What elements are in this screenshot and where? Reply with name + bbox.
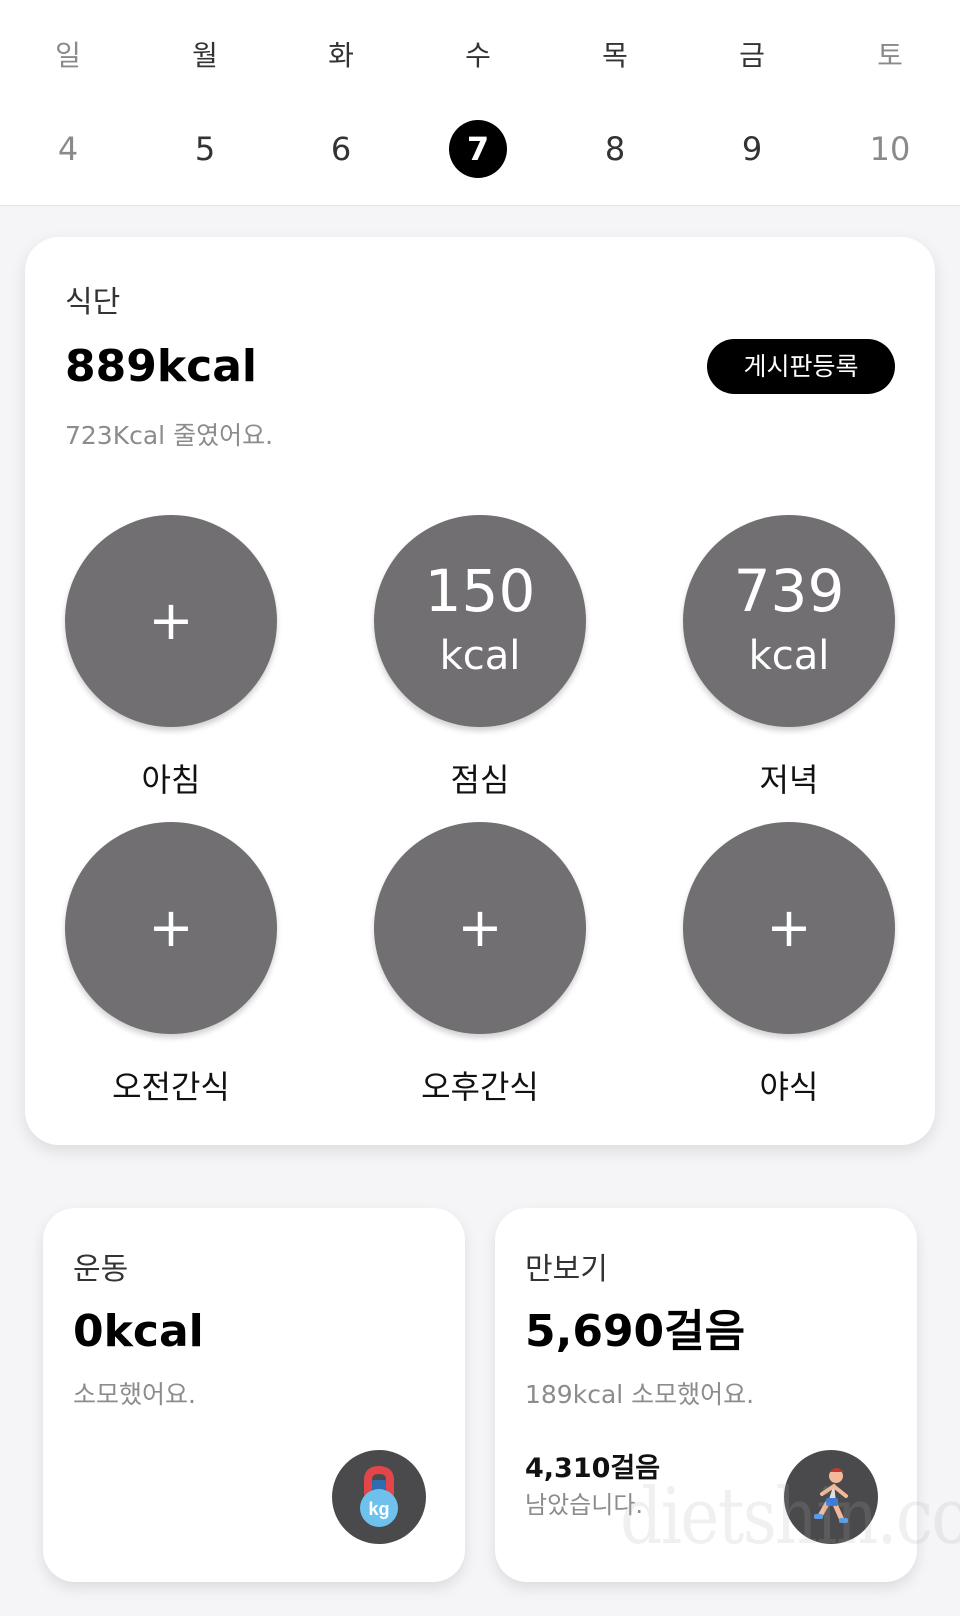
meal-add-circle[interactable]: + — [374, 822, 586, 1034]
date-number[interactable]: 9 — [723, 120, 781, 178]
remaining-text: 남았습니다. — [525, 1491, 644, 1519]
meal-kcal-unit: kcal — [439, 633, 521, 679]
pedometer-steps: 5,690걸음 — [525, 1306, 746, 1357]
meal-add-circle[interactable]: + — [683, 822, 895, 1034]
day-column-thu[interactable]: 목 8 — [570, 0, 660, 206]
day-column-sat[interactable]: 토 10 — [845, 0, 935, 206]
day-of-week-label: 일 — [55, 39, 81, 72]
plus-icon: + — [148, 896, 194, 959]
meal-dinner[interactable]: 739 kcal 저녁 — [683, 515, 895, 805]
day-column-mon[interactable]: 월 5 — [160, 0, 250, 206]
pedometer-kcal-text: 189kcal 소모했어요. — [525, 1380, 755, 1409]
meal-kcal-circle[interactable]: 739 kcal — [683, 515, 895, 727]
meal-kcal-value: 150 — [424, 557, 536, 625]
meal-add-circle[interactable]: + — [65, 515, 277, 727]
kettlebell-graphic: kg — [360, 1465, 398, 1527]
meal-label: 점심 — [450, 761, 510, 799]
day-of-week-label: 토 — [877, 39, 903, 72]
pedometer-title: 만보기 — [525, 1252, 608, 1287]
meal-kcal-unit: kcal — [748, 633, 830, 679]
kettlebell-icon[interactable]: kg — [332, 1450, 426, 1544]
kettlebell-kg-text: kg — [368, 1499, 389, 1519]
meal-morning-snack[interactable]: + 오전간식 — [65, 822, 277, 1112]
day-of-week-label: 금 — [739, 39, 765, 72]
plus-icon: + — [766, 896, 812, 959]
day-of-week-label: 월 — [192, 39, 218, 72]
exercise-kcal: 0kcal — [73, 1306, 204, 1357]
week-calendar: 일 4 월 5 화 6 수 7 목 8 금 9 토 10 — [0, 0, 960, 206]
exercise-subtitle: 소모했어요. — [73, 1380, 196, 1409]
day-of-week-label: 화 — [328, 39, 354, 72]
exercise-card[interactable]: 운동 0kcal 소모했어요. kg — [43, 1208, 465, 1582]
day-of-week-label: 수 — [465, 39, 491, 72]
day-column-sun[interactable]: 일 4 — [23, 0, 113, 206]
diet-reduced-text: 723Kcal 줄였어요. — [65, 421, 274, 450]
meal-add-circle[interactable]: + — [65, 822, 277, 1034]
selected-date-number[interactable]: 7 — [449, 120, 507, 178]
meal-label: 오전간식 — [112, 1068, 230, 1106]
day-column-tue[interactable]: 화 6 — [296, 0, 386, 206]
diet-title: 식단 — [65, 285, 121, 320]
pedometer-card[interactable]: 만보기 5,690걸음 189kcal 소모했어요. 4,310걸음 남았습니다… — [495, 1208, 917, 1582]
date-number[interactable]: 8 — [586, 120, 644, 178]
runner-graphic — [814, 1468, 848, 1523]
meal-label: 저녁 — [759, 761, 819, 799]
day-column-wed[interactable]: 수 7 — [433, 0, 523, 206]
meal-late-night-snack[interactable]: + 야식 — [683, 822, 895, 1112]
diet-total-kcal: 889kcal — [65, 341, 257, 392]
meal-label: 아침 — [141, 761, 201, 799]
date-number[interactable]: 5 — [176, 120, 234, 178]
meal-kcal-circle[interactable]: 150 kcal — [374, 515, 586, 727]
plus-icon: + — [148, 589, 194, 652]
day-of-week-label: 목 — [602, 39, 628, 72]
meal-label: 오후간식 — [421, 1068, 539, 1106]
meal-kcal-value: 739 — [733, 557, 845, 625]
runner-icon[interactable] — [784, 1450, 878, 1544]
day-column-fri[interactable]: 금 9 — [707, 0, 797, 206]
exercise-title: 운동 — [73, 1252, 129, 1287]
board-register-button[interactable]: 게시판등록 — [707, 339, 895, 394]
meal-lunch[interactable]: 150 kcal 점심 — [374, 515, 586, 805]
meal-breakfast[interactable]: + 아침 — [65, 515, 277, 805]
meal-label: 야식 — [759, 1068, 819, 1106]
plus-icon: + — [457, 896, 503, 959]
date-number[interactable]: 10 — [861, 120, 919, 178]
meal-afternoon-snack[interactable]: + 오후간식 — [374, 822, 586, 1112]
diet-card: 식단 889kcal 게시판등록 723Kcal 줄였어요. + 아침 150 … — [25, 237, 935, 1145]
date-number[interactable]: 4 — [39, 120, 97, 178]
date-number[interactable]: 6 — [312, 120, 370, 178]
remaining-steps: 4,310걸음 — [525, 1453, 661, 1484]
